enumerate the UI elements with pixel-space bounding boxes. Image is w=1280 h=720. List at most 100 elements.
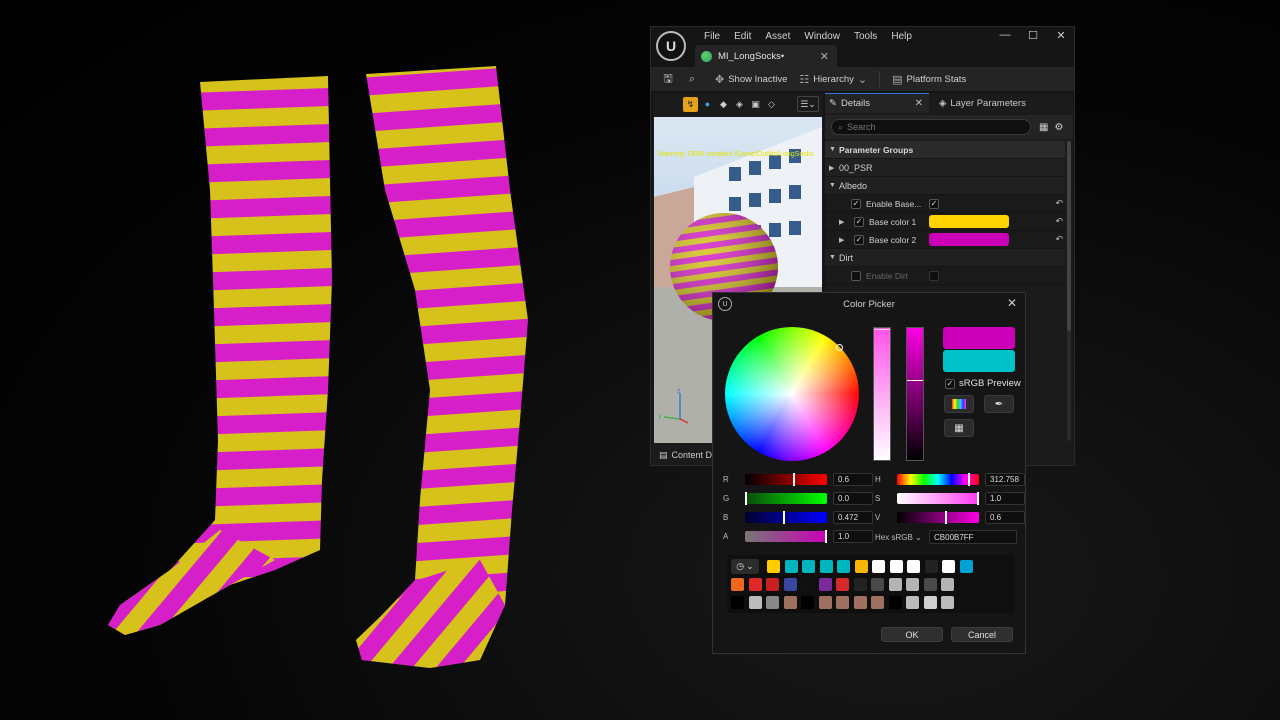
theme-color-chip[interactable] bbox=[837, 560, 850, 573]
theme-color-chip[interactable] bbox=[941, 596, 954, 609]
caret-right-icon[interactable]: ▶ bbox=[839, 236, 849, 244]
sphere-preview-icon[interactable]: ● bbox=[701, 98, 714, 111]
theme-color-chip[interactable] bbox=[731, 578, 744, 591]
menu-edit[interactable]: Edit bbox=[727, 30, 758, 44]
viewport-options-button[interactable]: ☰⌄ bbox=[797, 96, 819, 112]
value-bar[interactable] bbox=[906, 327, 924, 461]
theme-color-chip[interactable] bbox=[853, 578, 867, 591]
minimize-button[interactable]: — bbox=[998, 29, 1012, 42]
menu-help[interactable]: Help bbox=[884, 30, 919, 44]
base-color-1-override-checkbox[interactable]: ✓ bbox=[854, 216, 864, 227]
reset-icon[interactable]: ↶ bbox=[1055, 216, 1063, 227]
settings-gear-icon[interactable]: ⚙ bbox=[1054, 122, 1063, 133]
theme-color-chip[interactable] bbox=[923, 596, 937, 609]
theme-color-chip[interactable] bbox=[888, 596, 902, 609]
reset-icon[interactable]: ↶ bbox=[1055, 234, 1063, 245]
tab-details[interactable]: ✎ Details ✕ bbox=[825, 93, 929, 113]
theme-color-chip[interactable] bbox=[836, 578, 849, 591]
blue-slider[interactable] bbox=[745, 510, 827, 524]
value-slider[interactable] bbox=[897, 510, 979, 524]
cube-preview-icon[interactable]: ▣ bbox=[749, 98, 762, 111]
save-icon[interactable]: 🖫 bbox=[657, 69, 679, 89]
theme-color-chip[interactable] bbox=[872, 560, 885, 573]
theme-color-chip[interactable] bbox=[959, 560, 973, 573]
document-tab[interactable]: MI_LongSocks• ✕ bbox=[695, 45, 837, 67]
maximize-button[interactable]: ☐ bbox=[1026, 29, 1040, 42]
hex-mode-dropdown[interactable]: Hex sRGB ⌄ bbox=[875, 533, 925, 542]
saturation-bar[interactable] bbox=[873, 327, 891, 461]
enable-dirt-override-checkbox[interactable] bbox=[851, 270, 861, 281]
theme-color-chip[interactable] bbox=[907, 560, 920, 573]
screen-capture-button[interactable]: ▦ bbox=[944, 419, 974, 437]
close-window-button[interactable]: ✕ bbox=[1054, 29, 1068, 42]
hue-value-field[interactable]: 312.758 bbox=[985, 472, 1025, 486]
theme-color-chip[interactable] bbox=[854, 560, 868, 573]
tab-layer-parameters[interactable]: ◈ Layer Parameters bbox=[929, 93, 1059, 113]
theme-color-chip[interactable] bbox=[888, 578, 902, 591]
hex-value-field[interactable]: CB00B7FF bbox=[929, 530, 1017, 544]
realtime-icon[interactable]: ↯ bbox=[683, 96, 698, 112]
close-tab-icon[interactable]: ✕ bbox=[820, 50, 829, 63]
menu-file[interactable]: File bbox=[697, 30, 727, 44]
base-color-2-swatch[interactable] bbox=[929, 233, 1009, 246]
enable-dirt-value-checkbox[interactable] bbox=[929, 270, 939, 281]
reset-icon[interactable]: ↶ bbox=[1055, 198, 1063, 209]
srgb-preview-checkbox[interactable]: ✓ bbox=[945, 378, 955, 389]
theme-color-chip[interactable] bbox=[871, 596, 884, 609]
eyedropper-button[interactable]: ✒ bbox=[984, 395, 1014, 413]
theme-color-chip[interactable] bbox=[748, 596, 762, 609]
theme-color-chip[interactable] bbox=[766, 596, 779, 609]
category-00-psr[interactable]: ▶ 00_PSR bbox=[825, 159, 1065, 177]
menu-window[interactable]: Window bbox=[797, 30, 847, 44]
unreal-logo-icon[interactable]: U bbox=[656, 31, 686, 61]
theme-color-chip[interactable] bbox=[818, 596, 832, 609]
enable-base-override-checkbox[interactable]: ✓ bbox=[851, 198, 861, 209]
cylinder-preview-icon[interactable]: ◈ bbox=[733, 98, 746, 111]
browse-asset-icon[interactable]: ⌕ bbox=[681, 69, 703, 89]
theme-color-chip[interactable] bbox=[748, 578, 762, 591]
close-picker-icon[interactable]: ✕ bbox=[1007, 296, 1017, 310]
theme-color-chip[interactable] bbox=[819, 560, 833, 573]
theme-color-chip[interactable] bbox=[784, 560, 798, 573]
category-dirt[interactable]: ▼ Dirt bbox=[825, 249, 1065, 267]
enable-base-value-checkbox[interactable]: ✓ bbox=[929, 198, 939, 209]
theme-color-chip[interactable] bbox=[783, 596, 797, 609]
theme-color-chip[interactable] bbox=[923, 578, 937, 591]
plane-preview-icon[interactable]: ◆ bbox=[717, 98, 730, 111]
theme-color-chip[interactable] bbox=[889, 560, 903, 573]
theme-color-chip[interactable] bbox=[941, 578, 954, 591]
theme-color-chip[interactable] bbox=[766, 578, 779, 591]
theme-color-chip[interactable] bbox=[836, 596, 849, 609]
color-wheel[interactable] bbox=[725, 327, 859, 461]
theme-color-chip[interactable] bbox=[767, 560, 780, 573]
green-value-field[interactable]: 0.0 bbox=[833, 491, 873, 505]
theme-color-chip[interactable] bbox=[906, 578, 919, 591]
red-slider[interactable] bbox=[745, 472, 827, 486]
category-albedo[interactable]: ▼ Albedo bbox=[825, 177, 1065, 195]
hue-slider[interactable] bbox=[897, 472, 979, 486]
parameter-groups-header[interactable]: ▼ Parameter Groups bbox=[825, 141, 1065, 159]
alpha-slider[interactable] bbox=[745, 529, 827, 543]
theme-color-chip[interactable] bbox=[801, 578, 814, 591]
menu-asset[interactable]: Asset bbox=[758, 30, 797, 44]
theme-color-chip[interactable] bbox=[924, 560, 938, 573]
platform-stats-button[interactable]: ▤ Platform Stats bbox=[892, 73, 966, 86]
saturation-value-field[interactable]: 1.0 bbox=[985, 491, 1025, 505]
theme-color-chip[interactable] bbox=[942, 560, 955, 573]
cancel-button[interactable]: Cancel bbox=[951, 627, 1013, 642]
saturation-slider[interactable] bbox=[897, 491, 979, 505]
blue-value-field[interactable]: 0.472 bbox=[833, 510, 873, 524]
alpha-value-field[interactable]: 1.0 bbox=[833, 529, 873, 543]
theme-color-chip[interactable] bbox=[871, 578, 884, 591]
theme-color-chip[interactable] bbox=[906, 596, 919, 609]
theme-color-chip[interactable] bbox=[783, 578, 797, 591]
show-inactive-button[interactable]: ✥ Show Inactive bbox=[715, 73, 787, 86]
old-color-swatch[interactable] bbox=[943, 350, 1015, 372]
theme-color-chip[interactable] bbox=[801, 596, 814, 609]
mesh-preview-icon[interactable]: ◇ bbox=[765, 98, 778, 111]
base-color-2-override-checkbox[interactable]: ✓ bbox=[854, 234, 864, 245]
close-details-tab-icon[interactable]: ✕ bbox=[915, 98, 923, 109]
color-wheel-selector[interactable] bbox=[836, 344, 843, 351]
green-slider[interactable] bbox=[745, 491, 827, 505]
theme-color-chip[interactable] bbox=[818, 578, 832, 591]
